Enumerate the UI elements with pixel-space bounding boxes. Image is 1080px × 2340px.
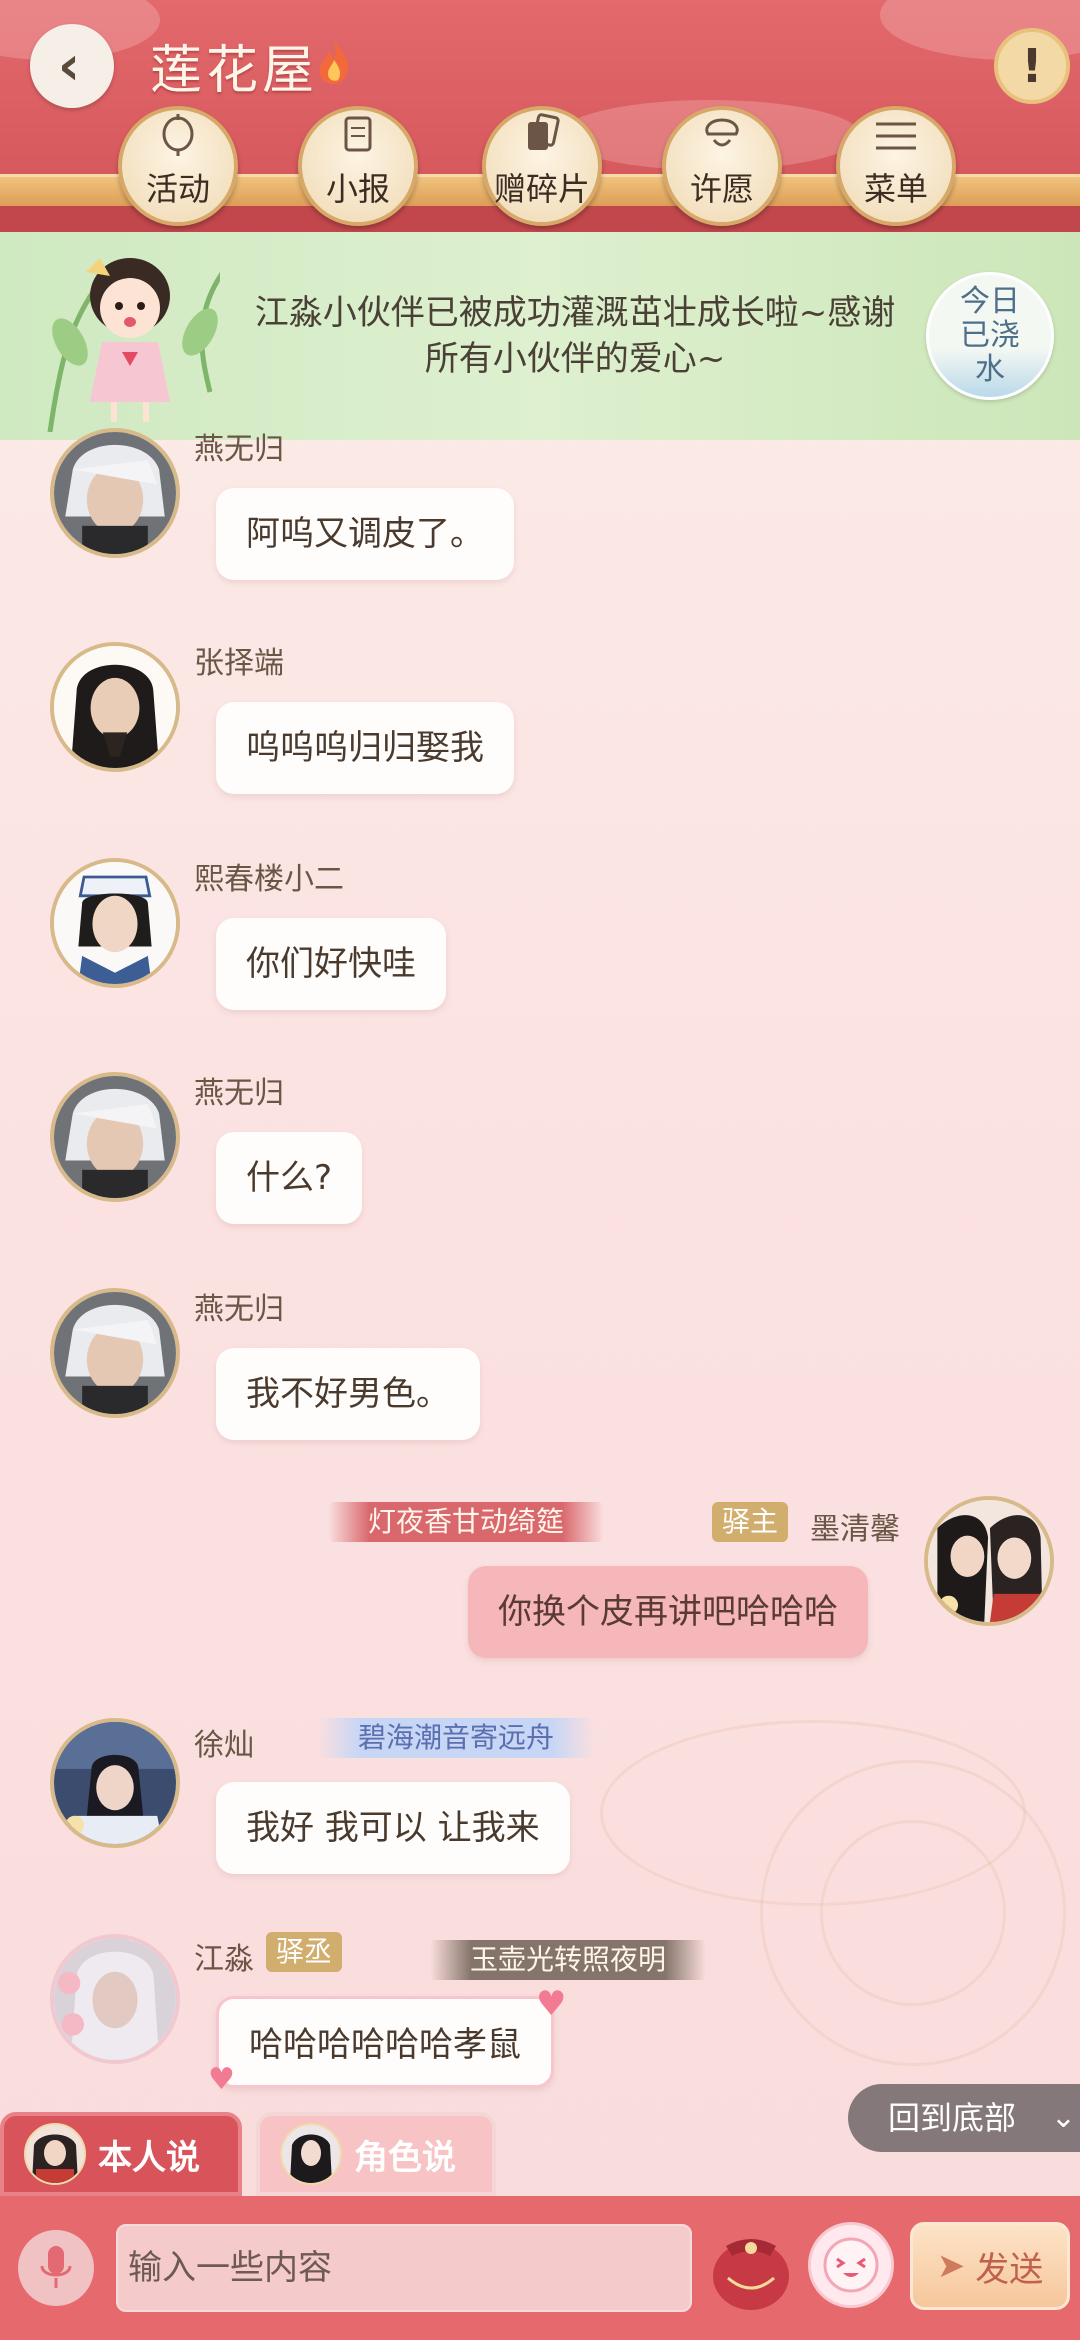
- rank-tag: 驿丞: [266, 1932, 343, 1972]
- voice-input-button[interactable]: [18, 2230, 94, 2306]
- message-bubble: 哈哈哈哈哈哈孝鼠: [216, 1996, 554, 2088]
- message-input[interactable]: 输入一些内容: [116, 2224, 692, 2312]
- sender-name: 张择端: [194, 646, 284, 681]
- nav-gift-fragments-button[interactable]: 赠碎片: [482, 106, 602, 226]
- flame-icon: [314, 38, 354, 97]
- message-bubble-mine: 你换个皮再讲吧哈哈哈: [468, 1566, 868, 1658]
- avatar[interactable]: [50, 1288, 180, 1418]
- notice-text: 江淼小伙伴已被成功灌溉茁壮成长啦~感谢所有小伙伴的爱心~: [254, 293, 896, 379]
- heart-icon: ♥: [536, 1984, 567, 2024]
- rank-tag: 驿主: [712, 1502, 789, 1542]
- back-to-bottom-button[interactable]: 回到底部 ⌄: [848, 2084, 1080, 2152]
- wish-tree-icon: [700, 112, 744, 162]
- gift-bag-button[interactable]: [708, 2218, 794, 2314]
- watered-today-label: 今日已浇水: [960, 284, 1020, 387]
- message-bubble: 我好 我可以 让我来: [216, 1782, 570, 1874]
- gift-bag-icon: [713, 2239, 789, 2310]
- nav-label: 赠碎片: [493, 170, 590, 208]
- avatar[interactable]: [50, 1072, 180, 1202]
- composer-bar: 输入一些内容 ➤ 发送: [0, 2196, 1080, 2340]
- tab-label: 本人说: [98, 2137, 200, 2178]
- nav-label: 许愿: [689, 170, 754, 208]
- scroll-icon: [338, 112, 378, 162]
- message-bubble: 呜呜呜归归娶我: [216, 702, 514, 794]
- sender-name: 徐灿: [194, 1728, 254, 1763]
- cards-icon: [522, 112, 562, 162]
- double-chevron-down-icon: ⌄: [1050, 2100, 1076, 2135]
- lantern-icon: [158, 112, 198, 162]
- message-bubble: 我不好男色。: [216, 1348, 480, 1440]
- back-to-bottom-label: 回到底部: [888, 2099, 1017, 2137]
- avatar[interactable]: [50, 1718, 180, 1848]
- sender-name: 墨清馨: [810, 1512, 900, 1547]
- sender-name: 熙春楼小二: [194, 862, 344, 897]
- sender-name: 燕无归: [194, 1292, 284, 1327]
- sender-name: 燕无归: [194, 432, 284, 467]
- nav-menu-button[interactable]: 菜单: [836, 106, 956, 226]
- title-banner: 碧海潮音寄远舟: [318, 1718, 595, 1758]
- emoji-icon: [823, 2237, 879, 2293]
- send-label: 发送: [975, 2249, 1044, 2290]
- nav-wish-button[interactable]: 许愿: [662, 106, 782, 226]
- watering-notice-banner: 江淼小伙伴已被成功灌溉茁壮成长啦~感谢所有小伙伴的爱心~ 今日已浇水: [0, 232, 1080, 440]
- tab-speak-as-role[interactable]: 角色说: [256, 2112, 496, 2196]
- menu-icon: [872, 116, 920, 162]
- nav-label: 小报: [325, 170, 390, 208]
- nav-newspaper-button[interactable]: 小报: [298, 106, 418, 226]
- avatar[interactable]: [924, 1496, 1054, 1626]
- nav-label: 菜单: [863, 170, 928, 208]
- nav-activity-button[interactable]: 活动: [118, 106, 238, 226]
- tab-speak-as-self[interactable]: 本人说: [0, 2112, 242, 2196]
- back-button[interactable]: ‹: [30, 24, 114, 108]
- message-bubble: 阿呜又调皮了。: [216, 488, 514, 580]
- decor-cloud: [600, 1720, 1026, 1906]
- microphone-icon: [40, 2246, 72, 2288]
- chevron-left-icon: ‹: [57, 34, 81, 97]
- title-banner: 灯夜香甘动绮筵: [328, 1502, 605, 1542]
- message-bubble: 什么?: [216, 1132, 363, 1224]
- avatar: [280, 2123, 342, 2185]
- avatar[interactable]: [50, 1934, 180, 2064]
- heart-icon: ♥: [208, 2062, 235, 2097]
- tab-label: 角色说: [354, 2137, 456, 2178]
- chibi-character-icon: [47, 258, 220, 432]
- message-bubble: 你们好快哇: [216, 918, 446, 1010]
- info-button[interactable]: !: [994, 28, 1070, 104]
- room-title: 莲花屋: [150, 41, 319, 101]
- send-button[interactable]: ➤ 发送: [910, 2222, 1070, 2310]
- title-banner: 玉壶光转照夜明: [430, 1940, 707, 1980]
- nav-label: 活动: [145, 170, 210, 208]
- emoji-button[interactable]: [808, 2222, 894, 2308]
- top-header: ‹ 莲花屋 ! 活动 小报 赠碎片 许愿 菜单: [0, 0, 1080, 232]
- sender-name: 江淼: [194, 1942, 254, 1977]
- avatar[interactable]: [50, 642, 180, 772]
- avatar: [24, 2123, 86, 2185]
- paper-plane-icon: ➤: [936, 2246, 966, 2286]
- avatar[interactable]: [50, 428, 180, 558]
- sender-name: 燕无归: [194, 1076, 284, 1111]
- watered-today-button[interactable]: 今日已浇水: [926, 272, 1054, 400]
- avatar[interactable]: [50, 858, 180, 988]
